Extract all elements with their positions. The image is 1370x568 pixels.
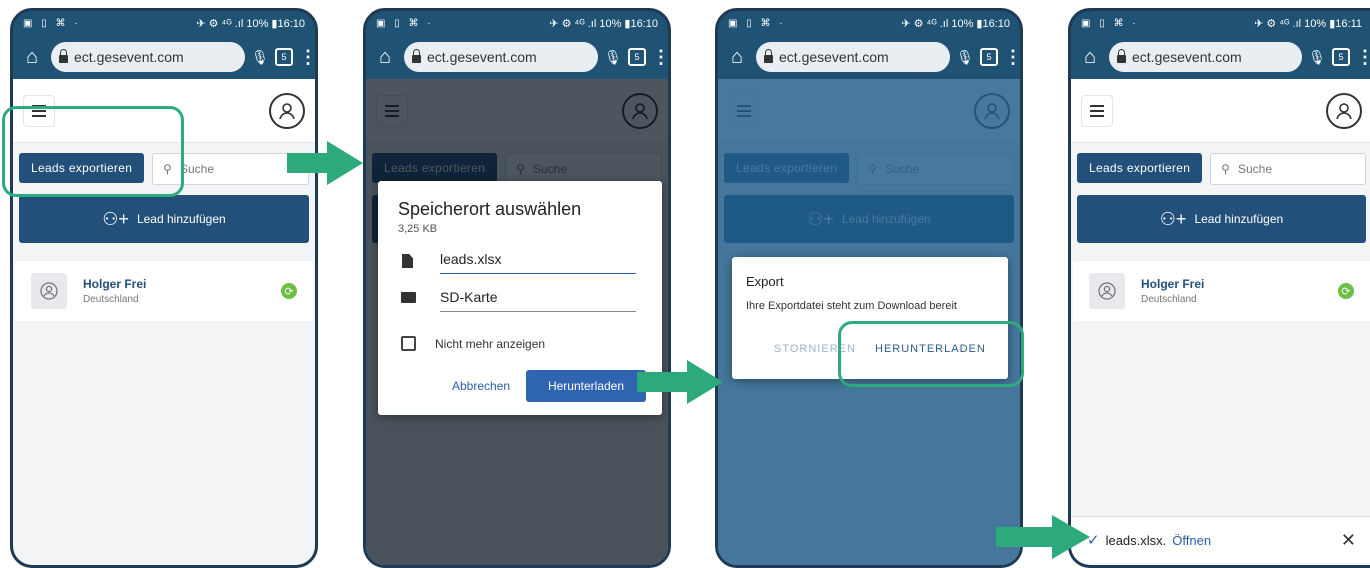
save-location-dialog: Speicherort auswählen 3,25 KB leads.xlsx…	[378, 181, 662, 415]
lead-name: Holger Frei	[1141, 277, 1205, 291]
dialog-title: Speicherort auswählen	[398, 199, 582, 219]
filename-field[interactable]: leads.xlsx	[440, 251, 636, 274]
menu-icon[interactable]	[1081, 94, 1113, 127]
more-menu-icon[interactable]: ⋮	[652, 47, 668, 68]
location-field[interactable]: SD-Karte	[440, 289, 636, 312]
browser-toolbar: ⌂ ect.gesevent.com 🎙 5 ⋮	[718, 35, 1020, 79]
folder-icon	[401, 292, 416, 303]
mic-icon[interactable]: 🎙	[1308, 49, 1326, 66]
arrow-right-icon	[637, 360, 723, 404]
status-bar: ▣ ▯ ⌘ · ✈ ⚙ ⁴ᴳ .ıl 10% ▮16:10	[728, 17, 1010, 30]
lead-avatar-icon	[1089, 273, 1125, 309]
more-menu-icon[interactable]: ⋮	[1356, 47, 1370, 68]
phone-screen-1: ▣ ▯ ⌘ · ✈ ⚙ ⁴ᴳ .ıl 10% ▮16:10 ⌂ ect.gese…	[10, 8, 318, 568]
lead-list-item[interactable]: Holger Frei Deutschland ⟳	[1073, 261, 1370, 321]
sync-status-icon: ⟳	[281, 283, 297, 299]
search-input[interactable]: ⚲Suche	[1210, 153, 1366, 185]
export-leads-button[interactable]: Leads exportieren	[1077, 153, 1203, 183]
highlight-download-button	[838, 321, 1024, 387]
lead-country: Deutschland	[1141, 294, 1197, 305]
url-bar[interactable]: ect.gesevent.com	[1109, 42, 1302, 72]
more-menu-icon[interactable]: ⋮	[1004, 47, 1020, 68]
home-icon[interactable]: ⌂	[724, 46, 750, 69]
user-avatar-icon[interactable]	[1326, 92, 1362, 129]
dont-show-checkbox[interactable]	[401, 336, 416, 351]
add-user-icon: ⚇+	[1159, 208, 1187, 229]
browser-toolbar: ⌂ ect.gesevent.com 🎙 5 ⋮	[1071, 35, 1370, 79]
url-bar[interactable]: ect.gesevent.com	[756, 42, 950, 72]
export-dialog-message: Ihre Exportdatei steht zum Download bere…	[746, 300, 957, 312]
user-avatar-icon[interactable]	[269, 92, 305, 129]
lead-country: Deutschland	[83, 294, 139, 305]
arrow-right-icon	[287, 141, 363, 185]
lead-name: Holger Frei	[83, 277, 147, 291]
add-lead-button[interactable]: ⚇+Lead hinzufügen	[19, 195, 309, 243]
home-icon[interactable]: ⌂	[1077, 46, 1103, 69]
lead-list-item[interactable]: Holger Frei Deutschland ⟳	[15, 261, 313, 321]
home-icon[interactable]: ⌂	[19, 46, 45, 69]
tabs-count-icon[interactable]: 5	[1332, 48, 1350, 66]
status-bar: ▣ ▯ ⌘ · ✈ ⚙ ⁴ᴳ .ıl 10% ▮16:10	[376, 17, 658, 30]
phone-screen-3: ▣ ▯ ⌘ · ✈ ⚙ ⁴ᴳ .ıl 10% ▮16:10 ⌂ ect.gese…	[715, 8, 1023, 568]
lock-icon	[1117, 49, 1126, 63]
home-icon[interactable]: ⌂	[372, 46, 398, 69]
search-icon: ⚲	[1221, 162, 1230, 176]
status-bar: ▣ ▯ ⌘ · ✈ ⚙ ⁴ᴳ .ıl 10% ▮16:10	[23, 17, 305, 30]
arrow-right-icon	[996, 515, 1090, 559]
add-lead-button[interactable]: ⚇+Lead hinzufügen	[1077, 195, 1366, 243]
mic-icon[interactable]: 🎙	[251, 49, 269, 66]
lock-icon	[412, 49, 421, 63]
lock-icon	[59, 49, 68, 63]
more-menu-icon[interactable]: ⋮	[299, 47, 315, 68]
open-file-link[interactable]: Öffnen	[1172, 533, 1211, 548]
url-bar[interactable]: ect.gesevent.com	[404, 42, 598, 72]
url-bar[interactable]: ect.gesevent.com	[51, 42, 245, 72]
phone-screen-2: ▣ ▯ ⌘ · ✈ ⚙ ⁴ᴳ .ıl 10% ▮16:10 ⌂ ect.gese…	[363, 8, 671, 568]
browser-toolbar: ⌂ ect.gesevent.com 🎙 5 ⋮	[13, 35, 315, 79]
tabs-count-icon[interactable]: 5	[628, 48, 646, 66]
tabs-count-icon[interactable]: 5	[275, 48, 293, 66]
highlight-export-button	[2, 106, 184, 197]
status-bar: ▣ ▯ ⌘ · ✈ ⚙ ⁴ᴳ .ıl 10% ▮16:11	[1081, 17, 1362, 30]
tabs-count-icon[interactable]: 5	[980, 48, 998, 66]
browser-toolbar: ⌂ ect.gesevent.com 🎙 5 ⋮	[366, 35, 668, 79]
mic-icon[interactable]: 🎙	[604, 49, 622, 66]
dont-show-label: Nicht mehr anzeigen	[435, 337, 546, 351]
file-size: 3,25 KB	[398, 223, 438, 235]
sync-status-icon: ⟳	[1338, 283, 1354, 299]
lead-avatar-icon	[31, 273, 67, 309]
phone-screen-4: ▣ ▯ ⌘ · ✈ ⚙ ⁴ᴳ .ıl 10% ▮16:11 ⌂ ect.gese…	[1068, 8, 1370, 568]
mic-icon[interactable]: 🎙	[956, 49, 974, 66]
file-icon	[402, 254, 413, 268]
add-user-icon: ⚇+	[102, 208, 129, 229]
download-snackbar: ✓ leads.xlsx. Öffnen ✕	[1071, 516, 1370, 563]
download-button[interactable]: Herunterladen	[526, 370, 646, 402]
close-icon[interactable]: ✕	[1341, 530, 1356, 551]
app-page: Leads exportieren ⚲Suche ⚇+Lead hinzufüg…	[1071, 79, 1370, 565]
cancel-button[interactable]: Abbrechen	[452, 379, 510, 393]
app-topbar	[1071, 79, 1370, 143]
export-dialog-title: Export	[746, 274, 784, 289]
lock-icon	[764, 49, 773, 63]
